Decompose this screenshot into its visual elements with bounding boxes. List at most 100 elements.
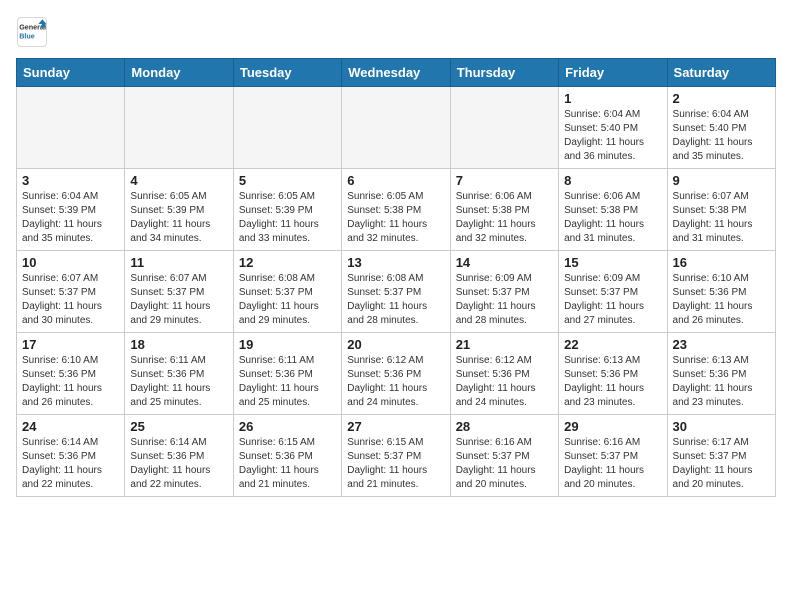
calendar-cell: 18 Sunrise: 6:11 AM Sunset: 5:36 PM Dayli… bbox=[125, 333, 233, 415]
calendar-cell: 28 Sunrise: 6:16 AM Sunset: 5:37 PM Dayli… bbox=[450, 415, 558, 497]
day-info: Sunrise: 6:04 AM Sunset: 5:39 PM Dayligh… bbox=[22, 190, 119, 246]
calendar-cell: 2Sunrise: 6:04 AM Sunset: 5:40 PM Daylig… bbox=[667, 87, 775, 169]
day-info: Sunrise: 6:12 AM Sunset: 5:36 PM Dayligh… bbox=[456, 354, 553, 410]
calendar-cell: 20 Sunrise: 6:12 AM Sunset: 5:36 PM Dayli… bbox=[342, 333, 450, 415]
day-number: 3 bbox=[22, 173, 119, 188]
day-number: 30 bbox=[673, 419, 770, 434]
day-info: Sunrise: 6:08 AM Sunset: 5:37 PM Dayligh… bbox=[239, 272, 336, 328]
calendar-cell: 4Sunrise: 6:05 AM Sunset: 5:39 PM Daylig… bbox=[125, 169, 233, 251]
day-info: Sunrise: 6:15 AM Sunset: 5:36 PM Dayligh… bbox=[239, 436, 336, 492]
day-number: 17 bbox=[22, 337, 119, 352]
day-info: Sunrise: 6:17 AM Sunset: 5:37 PM Dayligh… bbox=[673, 436, 770, 492]
day-info: Sunrise: 6:16 AM Sunset: 5:37 PM Dayligh… bbox=[564, 436, 661, 492]
day-info: Sunrise: 6:13 AM Sunset: 5:36 PM Dayligh… bbox=[564, 354, 661, 410]
day-info: Sunrise: 6:07 AM Sunset: 5:38 PM Dayligh… bbox=[673, 190, 770, 246]
calendar-cell bbox=[17, 87, 125, 169]
calendar-cell: 7Sunrise: 6:06 AM Sunset: 5:38 PM Daylig… bbox=[450, 169, 558, 251]
week-row-5: 24Sunrise: 6:14 AM Sunset: 5:36 PM Dayli… bbox=[17, 415, 776, 497]
calendar-cell: 29 Sunrise: 6:16 AM Sunset: 5:37 PM Dayli… bbox=[559, 415, 667, 497]
calendar-cell: 5 Sunrise: 6:05 AM Sunset: 5:39 PM Daylig… bbox=[233, 169, 341, 251]
calendar-cell: 14 Sunrise: 6:09 AM Sunset: 5:37 PM Dayli… bbox=[450, 251, 558, 333]
day-number: 2 bbox=[673, 91, 770, 106]
day-number: 6 bbox=[347, 173, 444, 188]
day-number: 27 bbox=[347, 419, 444, 434]
logo: General Blue bbox=[16, 16, 48, 48]
day-info: Sunrise: 6:12 AM Sunset: 5:36 PM Dayligh… bbox=[347, 354, 444, 410]
day-info: Sunrise: 6:05 AM Sunset: 5:39 PM Dayligh… bbox=[239, 190, 336, 246]
weekday-header-monday: Monday bbox=[125, 59, 233, 87]
day-info: Sunrise: 6:15 AM Sunset: 5:37 PM Dayligh… bbox=[347, 436, 444, 492]
day-number: 9 bbox=[673, 173, 770, 188]
week-row-2: 3 Sunrise: 6:04 AM Sunset: 5:39 PM Daylig… bbox=[17, 169, 776, 251]
day-number: 18 bbox=[130, 337, 227, 352]
weekday-header-saturday: Saturday bbox=[667, 59, 775, 87]
day-number: 20 bbox=[347, 337, 444, 352]
calendar-cell: 13 Sunrise: 6:08 AM Sunset: 5:37 PM Dayli… bbox=[342, 251, 450, 333]
calendar-cell: 30 Sunrise: 6:17 AM Sunset: 5:37 PM Dayli… bbox=[667, 415, 775, 497]
day-info: Sunrise: 6:14 AM Sunset: 5:36 PM Dayligh… bbox=[22, 436, 119, 492]
calendar-cell: 15 Sunrise: 6:09 AM Sunset: 5:37 PM Dayli… bbox=[559, 251, 667, 333]
day-info: Sunrise: 6:07 AM Sunset: 5:37 PM Dayligh… bbox=[130, 272, 227, 328]
day-info: Sunrise: 6:07 AM Sunset: 5:37 PM Dayligh… bbox=[22, 272, 119, 328]
calendar-cell: 24Sunrise: 6:14 AM Sunset: 5:36 PM Dayli… bbox=[17, 415, 125, 497]
day-number: 22 bbox=[564, 337, 661, 352]
calendar-cell: 12Sunrise: 6:08 AM Sunset: 5:37 PM Dayli… bbox=[233, 251, 341, 333]
day-info: Sunrise: 6:11 AM Sunset: 5:36 PM Dayligh… bbox=[130, 354, 227, 410]
day-number: 15 bbox=[564, 255, 661, 270]
calendar-cell bbox=[125, 87, 233, 169]
calendar-cell: 8Sunrise: 6:06 AM Sunset: 5:38 PM Daylig… bbox=[559, 169, 667, 251]
calendar-cell: 23 Sunrise: 6:13 AM Sunset: 5:36 PM Dayli… bbox=[667, 333, 775, 415]
weekday-header-row: SundayMondayTuesdayWednesdayThursdayFrid… bbox=[17, 59, 776, 87]
day-number: 29 bbox=[564, 419, 661, 434]
day-info: Sunrise: 6:06 AM Sunset: 5:38 PM Dayligh… bbox=[564, 190, 661, 246]
day-number: 19 bbox=[239, 337, 336, 352]
weekday-header-wednesday: Wednesday bbox=[342, 59, 450, 87]
day-number: 1 bbox=[564, 91, 661, 106]
calendar-cell: 25 Sunrise: 6:14 AM Sunset: 5:36 PM Dayli… bbox=[125, 415, 233, 497]
calendar-cell: 26 Sunrise: 6:15 AM Sunset: 5:36 PM Dayli… bbox=[233, 415, 341, 497]
day-number: 16 bbox=[673, 255, 770, 270]
day-number: 13 bbox=[347, 255, 444, 270]
weekday-header-sunday: Sunday bbox=[17, 59, 125, 87]
svg-text:Blue: Blue bbox=[19, 31, 35, 40]
day-number: 14 bbox=[456, 255, 553, 270]
day-info: Sunrise: 6:16 AM Sunset: 5:37 PM Dayligh… bbox=[456, 436, 553, 492]
calendar-cell: 16 Sunrise: 6:10 AM Sunset: 5:36 PM Dayli… bbox=[667, 251, 775, 333]
day-info: Sunrise: 6:08 AM Sunset: 5:37 PM Dayligh… bbox=[347, 272, 444, 328]
calendar-cell: 3 Sunrise: 6:04 AM Sunset: 5:39 PM Daylig… bbox=[17, 169, 125, 251]
calendar-cell: 6 Sunrise: 6:05 AM Sunset: 5:38 PM Daylig… bbox=[342, 169, 450, 251]
calendar-cell: 21 Sunrise: 6:12 AM Sunset: 5:36 PM Dayli… bbox=[450, 333, 558, 415]
weekday-header-thursday: Thursday bbox=[450, 59, 558, 87]
day-info: Sunrise: 6:10 AM Sunset: 5:36 PM Dayligh… bbox=[22, 354, 119, 410]
weekday-header-friday: Friday bbox=[559, 59, 667, 87]
calendar-cell: 22 Sunrise: 6:13 AM Sunset: 5:36 PM Dayli… bbox=[559, 333, 667, 415]
day-number: 23 bbox=[673, 337, 770, 352]
day-info: Sunrise: 6:10 AM Sunset: 5:36 PM Dayligh… bbox=[673, 272, 770, 328]
day-info: Sunrise: 6:11 AM Sunset: 5:36 PM Dayligh… bbox=[239, 354, 336, 410]
day-info: Sunrise: 6:14 AM Sunset: 5:36 PM Dayligh… bbox=[130, 436, 227, 492]
day-number: 21 bbox=[456, 337, 553, 352]
calendar-cell: 11Sunrise: 6:07 AM Sunset: 5:37 PM Dayli… bbox=[125, 251, 233, 333]
calendar-cell bbox=[233, 87, 341, 169]
day-info: Sunrise: 6:06 AM Sunset: 5:38 PM Dayligh… bbox=[456, 190, 553, 246]
weekday-header-tuesday: Tuesday bbox=[233, 59, 341, 87]
week-row-1: 1 Sunrise: 6:04 AM Sunset: 5:40 PM Daylig… bbox=[17, 87, 776, 169]
day-info: Sunrise: 6:05 AM Sunset: 5:39 PM Dayligh… bbox=[130, 190, 227, 246]
day-info: Sunrise: 6:04 AM Sunset: 5:40 PM Dayligh… bbox=[564, 108, 661, 164]
calendar-cell bbox=[450, 87, 558, 169]
day-info: Sunrise: 6:09 AM Sunset: 5:37 PM Dayligh… bbox=[564, 272, 661, 328]
calendar-cell: 9 Sunrise: 6:07 AM Sunset: 5:38 PM Daylig… bbox=[667, 169, 775, 251]
day-info: Sunrise: 6:05 AM Sunset: 5:38 PM Dayligh… bbox=[347, 190, 444, 246]
calendar-cell: 19 Sunrise: 6:11 AM Sunset: 5:36 PM Dayli… bbox=[233, 333, 341, 415]
day-number: 25 bbox=[130, 419, 227, 434]
day-number: 26 bbox=[239, 419, 336, 434]
page-header: General Blue bbox=[16, 16, 776, 48]
logo-icon: General Blue bbox=[16, 16, 48, 48]
day-number: 28 bbox=[456, 419, 553, 434]
day-info: Sunrise: 6:09 AM Sunset: 5:37 PM Dayligh… bbox=[456, 272, 553, 328]
calendar-cell bbox=[342, 87, 450, 169]
calendar-table: SundayMondayTuesdayWednesdayThursdayFrid… bbox=[16, 58, 776, 497]
day-info: Sunrise: 6:13 AM Sunset: 5:36 PM Dayligh… bbox=[673, 354, 770, 410]
calendar-cell: 1 Sunrise: 6:04 AM Sunset: 5:40 PM Daylig… bbox=[559, 87, 667, 169]
day-number: 5 bbox=[239, 173, 336, 188]
